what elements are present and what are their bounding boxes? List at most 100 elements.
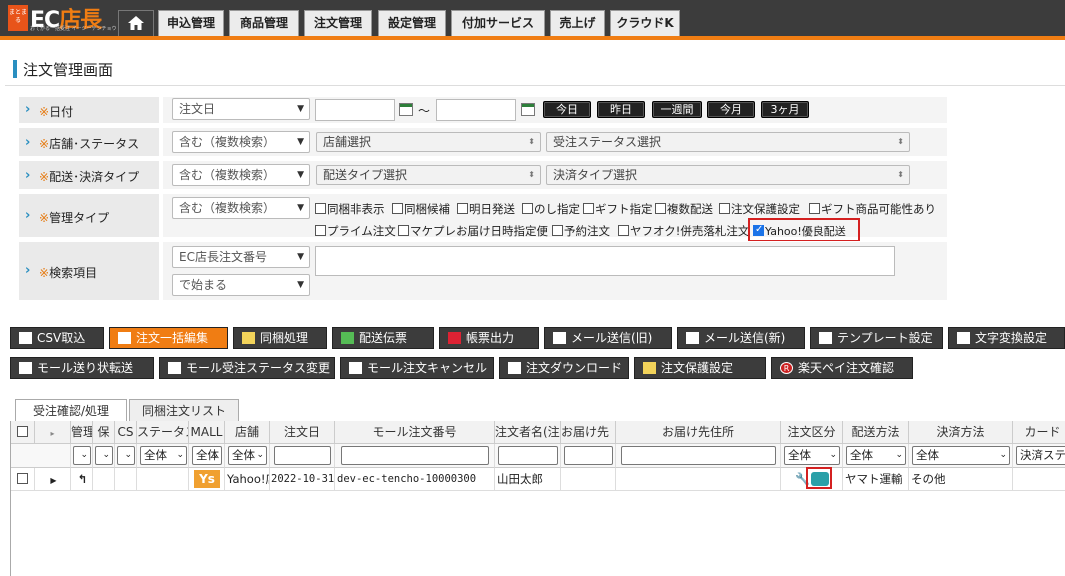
calendar-icon[interactable] [521, 103, 535, 116]
filter-cs-select[interactable]: ⌄ [117, 446, 135, 465]
nav-apply-management[interactable]: 申込管理 [158, 10, 224, 36]
tab-bundle-list[interactable]: 同梱注文リスト [129, 399, 239, 422]
col-card[interactable]: カード [1013, 421, 1065, 444]
check-gift-possible[interactable]: ギフト商品可能性あり [809, 201, 936, 217]
match-type-select[interactable]: で始まる ▼ [172, 274, 310, 296]
checkbox[interactable] [809, 203, 820, 214]
tab-order-confirm[interactable]: 受注確認/処理 [15, 399, 127, 423]
delivery-include-select[interactable]: 含む（複数検索） ▼ [172, 164, 310, 186]
check-noshi[interactable]: のし指定 [522, 201, 580, 217]
filter-mall-order-no-input[interactable] [341, 446, 489, 465]
checkbox[interactable] [552, 225, 563, 236]
filter-order-date-input[interactable] [274, 446, 331, 465]
filter-recipient-input[interactable] [564, 446, 613, 465]
payment-type-select[interactable]: 決済タイプ選択 ⬍ [546, 165, 910, 185]
home-button[interactable] [118, 10, 154, 36]
yesterday-button[interactable]: 昨日 [597, 101, 645, 118]
col-status[interactable]: ステータス [137, 421, 189, 444]
check-multi-delivery[interactable]: 複数配送 [655, 201, 713, 217]
check-order-protection[interactable]: 注文保護設定 [719, 201, 800, 217]
check-gift[interactable]: ギフト指定 [583, 201, 653, 217]
this-month-button[interactable]: 今月 [707, 101, 755, 118]
delivery-type-select[interactable]: 配送タイプ選択 ⬍ [316, 165, 541, 185]
mall-tracking-transfer-button[interactable]: モール送り状転送 [10, 357, 154, 379]
checkbox[interactable] [315, 225, 326, 236]
date-from-input[interactable] [315, 99, 395, 121]
filter-address-input[interactable] [621, 446, 776, 465]
col-delivery-method[interactable]: 配送方法 [843, 421, 909, 444]
mail-send-new-button[interactable]: メール送信(新) [677, 327, 805, 349]
filter-card-select[interactable]: 決済ステ [1016, 446, 1065, 465]
management-include-select[interactable]: 含む（複数検索） ▼ [172, 197, 310, 219]
search-keyword-textarea[interactable] [315, 246, 895, 276]
mail-send-old-button[interactable]: メール送信(旧) [544, 327, 672, 349]
filter-shop-select[interactable]: 全体 ⌄ [228, 446, 267, 465]
col-payment-method[interactable]: 決済方法 [909, 421, 1013, 444]
checkbox[interactable] [583, 203, 594, 214]
shipping-slip-button[interactable]: 配送伝票 [332, 327, 434, 349]
col-recipient[interactable]: お届け先 [561, 421, 616, 444]
filter-status-select[interactable]: 全体 ⌄ [140, 446, 187, 465]
filter-order-type-select[interactable]: 全体 ⌄ [784, 446, 840, 465]
checkbox[interactable] [719, 203, 730, 214]
check-bundle-candidate[interactable]: 同梱候補 [392, 201, 450, 217]
filter-mall-select[interactable]: 全体 ⌄ [192, 446, 222, 465]
checkbox[interactable] [618, 225, 629, 236]
row-expand-cell[interactable]: ▶ [35, 468, 71, 491]
mall-order-cancel-button[interactable]: モール注文キャンセル [340, 357, 494, 379]
date-type-select[interactable]: 注文日 ▼ [172, 98, 310, 120]
check-bundle-hidden[interactable]: 同梱非表示 [315, 201, 385, 217]
calendar-icon[interactable] [399, 103, 413, 116]
three-months-button[interactable]: 3ヶ月 [761, 101, 809, 118]
nav-sales[interactable]: 売上げ [550, 10, 605, 36]
order-protection-button[interactable]: 注文保護設定 [634, 357, 766, 379]
bundle-process-button[interactable]: 同梱処理 [233, 327, 327, 349]
col-mall[interactable]: MALL [189, 421, 225, 444]
nav-product-management[interactable]: 商品管理 [229, 10, 299, 36]
one-week-button[interactable]: 一週間 [652, 101, 702, 118]
shop-select[interactable]: 店舗選択 ⬍ [316, 132, 541, 152]
col-mall-order-no[interactable]: モール注文番号 [335, 421, 495, 444]
col-customer-name[interactable]: 注文者名(注 [495, 421, 561, 444]
nav-additional-services[interactable]: 付加サービス [451, 10, 545, 36]
col-order-date[interactable]: 注文日 [270, 421, 335, 444]
filter-protect-select[interactable]: ⌄ [95, 446, 113, 465]
template-settings-button[interactable]: テンプレート設定 [810, 327, 943, 349]
bulk-edit-button[interactable]: 注文一括編集 [109, 327, 228, 349]
checkbox[interactable] [398, 225, 409, 236]
rakuten-pay-confirm-button[interactable]: R 楽天ペイ注文確認 [771, 357, 913, 379]
filter-payment-select[interactable]: 全体 ⌄ [912, 446, 1010, 465]
checkbox[interactable] [522, 203, 533, 214]
col-shop[interactable]: 店舗 [225, 421, 270, 444]
check-ship-tomorrow[interactable]: 明日発送 [457, 201, 515, 217]
filter-customer-name-input[interactable] [498, 446, 558, 465]
check-marketplace-date[interactable]: マケプレお届け日時指定便 [398, 223, 548, 239]
order-download-button[interactable]: 注文ダウンロード [499, 357, 629, 379]
nav-cloud-k[interactable]: クラウドK [610, 10, 680, 36]
row-checkbox[interactable] [17, 473, 28, 484]
checkbox[interactable] [655, 203, 666, 214]
filter-delivery-select[interactable]: 全体 ⌄ [846, 446, 906, 465]
mall-status-change-button[interactable]: モール受注ステータス変更 [159, 357, 335, 379]
col-protect[interactable]: 保 [93, 421, 115, 444]
check-prime[interactable]: プライム注文 [315, 223, 396, 239]
date-to-input[interactable] [436, 99, 516, 121]
checkbox[interactable] [315, 203, 326, 214]
header-select-all[interactable] [11, 421, 35, 444]
report-output-button[interactable]: 帳票出力 [439, 327, 539, 349]
expand-arrow-icon[interactable]: ▶ [50, 476, 56, 485]
checkbox[interactable] [457, 203, 468, 214]
order-status-select[interactable]: 受注ステータス選択 ⬍ [546, 132, 910, 152]
row-mall-order-no-cell[interactable]: dev-ec-tencho-10000300 [335, 468, 495, 491]
checkbox[interactable] [392, 203, 403, 214]
col-management[interactable]: 管理 [71, 421, 93, 444]
nav-settings-management[interactable]: 設定管理 [378, 10, 446, 36]
col-cs[interactable]: CS [115, 421, 137, 444]
checkbox[interactable] [16, 426, 28, 437]
csv-import-button[interactable]: CSV取込 [10, 327, 104, 349]
col-recipient-address[interactable]: お届け先住所 [616, 421, 781, 444]
col-order-type[interactable]: 注文区分 [781, 421, 843, 444]
char-convert-settings-button[interactable]: 文字変換設定 [948, 327, 1065, 349]
check-yahoo-auction[interactable]: ヤフオク!併売落札注文 [618, 223, 749, 239]
search-field-select[interactable]: EC店長注文番号 ▼ [172, 246, 310, 268]
